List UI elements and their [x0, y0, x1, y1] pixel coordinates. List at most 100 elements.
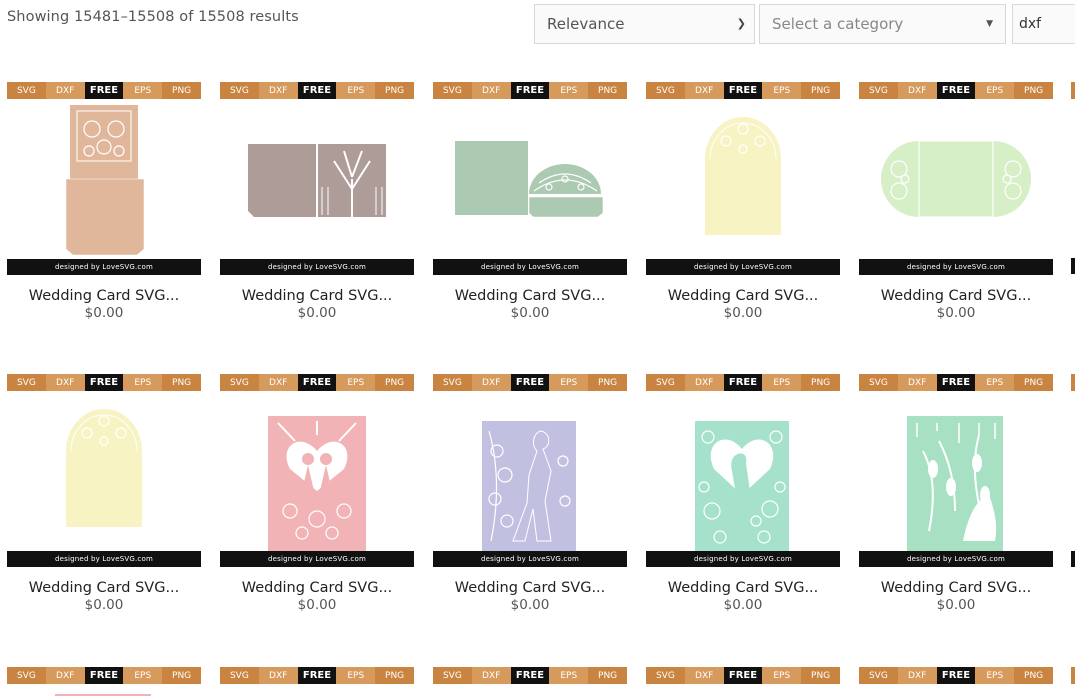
- designer-credit: designed by LoveSVG.com: [859, 551, 1053, 567]
- designer-credit: designed by LoveSVG.com: [859, 259, 1053, 275]
- product-image[interactable]: [646, 391, 840, 554]
- product-card[interactable]: SVG DXF FREE EPS PNG designed by LoveSVG.com…: [7, 374, 201, 613]
- product-title[interactable]: Wedding Card SVG...: [7, 288, 201, 304]
- format-badges: SVG DXF FREE EPS PNG: [7, 374, 201, 391]
- next-column-format-bar: [1071, 82, 1075, 99]
- product-title[interactable]: Wedding Card SVG...: [859, 580, 1053, 596]
- format-badge-free: FREE: [936, 82, 976, 99]
- format-badge-eps: EPS: [549, 667, 589, 684]
- caret-down-icon: ▼: [986, 19, 993, 29]
- format-badge-svg: SVG: [7, 667, 46, 684]
- product-card[interactable]: SVG DXF FREE EPS PNG designed by LoveSVG.com…: [859, 82, 1053, 321]
- product-card[interactable]: SVG DXF FREE EPS PNG designed by LoveSVG.com…: [859, 374, 1053, 613]
- product-image[interactable]: [859, 99, 1053, 259]
- format-badge-png: PNG: [801, 82, 840, 99]
- product-title[interactable]: Wedding Card SVG...: [220, 580, 414, 596]
- format-badge-free: FREE: [84, 374, 124, 391]
- format-badge-free: FREE: [84, 667, 124, 684]
- product-card[interactable]: SVG DXF FREE EPS PNG designed by LoveSVG.com…: [433, 374, 627, 613]
- format-badge-svg: SVG: [859, 667, 898, 684]
- format-badges: SVG DXF FREE EPS PNG: [220, 667, 414, 684]
- product-price: $0.00: [936, 305, 976, 321]
- next-column-credit-bar: [1071, 551, 1075, 567]
- product-image[interactable]: [220, 391, 414, 552]
- format-badge-dxf: DXF: [471, 374, 511, 391]
- format-badge-free: FREE: [510, 374, 550, 391]
- format-badges: SVG DXF FREE EPS PNG: [646, 82, 840, 99]
- format-badge-free: FREE: [297, 374, 337, 391]
- format-badge-dxf: DXF: [897, 82, 937, 99]
- product-card[interactable]: SVG DXF FREE EPS PNG designed by LoveSVG.com…: [433, 82, 627, 321]
- product-image[interactable]: [220, 99, 414, 259]
- next-column-format-bar: [1071, 667, 1075, 684]
- product-title[interactable]: Wedding Card SVG...: [220, 288, 414, 304]
- format-badge-png: PNG: [1014, 82, 1053, 99]
- product-title[interactable]: Wedding Card SVG...: [433, 288, 627, 304]
- product-title[interactable]: Wedding Card SVG...: [646, 580, 840, 596]
- format-badge-png: PNG: [1014, 667, 1053, 684]
- format-badge-free: FREE: [723, 667, 763, 684]
- format-badge-dxf: DXF: [897, 667, 937, 684]
- format-badge-free: FREE: [723, 82, 763, 99]
- format-badge-svg: SVG: [859, 374, 898, 391]
- format-badge-eps: EPS: [123, 374, 163, 391]
- designer-credit: designed by LoveSVG.com: [7, 259, 201, 275]
- format-badge-svg: SVG: [220, 667, 259, 684]
- product-card[interactable]: SVG DXF FREE EPS PNG designed by LoveSVG.com…: [220, 82, 414, 321]
- product-card[interactable]: SVG DXF FREE EPS PNG designed by LoveSVG.com…: [646, 374, 840, 613]
- chevron-down-icon: ❯: [736, 17, 746, 30]
- product-image[interactable]: [433, 99, 627, 259]
- search-input-value: dxf: [1019, 16, 1042, 32]
- product-title[interactable]: Wedding Card SVG...: [433, 580, 627, 596]
- format-badge-free: FREE: [84, 82, 124, 99]
- designer-credit: designed by LoveSVG.com: [433, 551, 627, 567]
- format-badge-png: PNG: [801, 374, 840, 391]
- format-badge-eps: EPS: [762, 667, 802, 684]
- product-title[interactable]: Wedding Card SVG...: [646, 288, 840, 304]
- product-card[interactable]: SVG DXF FREE EPS PNG: [433, 667, 627, 684]
- format-badge-free: FREE: [297, 82, 337, 99]
- designer-credit: designed by LoveSVG.com: [646, 259, 840, 275]
- format-badge-png: PNG: [588, 667, 627, 684]
- product-card[interactable]: SVG DXF FREE EPS PNG: [220, 667, 414, 684]
- format-badge-svg: SVG: [859, 82, 898, 99]
- product-image[interactable]: [7, 391, 201, 551]
- format-badge-eps: EPS: [336, 374, 376, 391]
- product-image[interactable]: [7, 99, 201, 259]
- product-image[interactable]: [646, 99, 840, 259]
- sort-select-value: Relevance: [547, 15, 625, 33]
- format-badge-eps: EPS: [336, 82, 376, 99]
- product-card[interactable]: SVG DXF FREE EPS PNG designed by LoveSVG.com…: [646, 82, 840, 321]
- product-card[interactable]: SVG DXF FREE EPS PNG: [7, 667, 201, 696]
- format-badge-free: FREE: [510, 82, 550, 99]
- product-title[interactable]: Wedding Card SVG...: [7, 580, 201, 596]
- product-card[interactable]: SVG DXF FREE EPS PNG designed by LoveSVG.com…: [7, 82, 201, 321]
- format-badge-svg: SVG: [7, 374, 46, 391]
- format-badge-dxf: DXF: [258, 82, 298, 99]
- product-image[interactable]: [859, 391, 1053, 553]
- product-card[interactable]: SVG DXF FREE EPS PNG designed by LoveSVG.com…: [220, 374, 414, 613]
- format-badge-svg: SVG: [646, 667, 685, 684]
- product-price: $0.00: [84, 597, 124, 613]
- product-price: $0.00: [936, 597, 976, 613]
- designer-credit: designed by LoveSVG.com: [646, 551, 840, 567]
- format-badges: SVG DXF FREE EPS PNG: [646, 374, 840, 391]
- results-count: Showing 15481–15508 of 15508 results: [7, 9, 299, 25]
- product-price: $0.00: [510, 597, 550, 613]
- format-badge-free: FREE: [936, 667, 976, 684]
- format-badges: SVG DXF FREE EPS PNG: [859, 667, 1053, 684]
- format-badge-eps: EPS: [975, 82, 1015, 99]
- sort-select[interactable]: Relevance ❯: [534, 4, 755, 44]
- product-card[interactable]: SVG DXF FREE EPS PNG: [859, 667, 1053, 684]
- product-image[interactable]: [433, 391, 627, 551]
- format-badge-dxf: DXF: [471, 82, 511, 99]
- format-badge-eps: EPS: [123, 667, 163, 684]
- format-badge-dxf: DXF: [471, 667, 511, 684]
- product-card[interactable]: SVG DXF FREE EPS PNG: [646, 667, 840, 684]
- format-badge-dxf: DXF: [684, 374, 724, 391]
- search-input[interactable]: dxf: [1012, 4, 1075, 44]
- product-title[interactable]: Wedding Card SVG...: [859, 288, 1053, 304]
- category-select[interactable]: Select a category ▼: [759, 4, 1006, 44]
- format-badges: SVG DXF FREE EPS PNG: [220, 82, 414, 99]
- format-badges: SVG DXF FREE EPS PNG: [859, 82, 1053, 99]
